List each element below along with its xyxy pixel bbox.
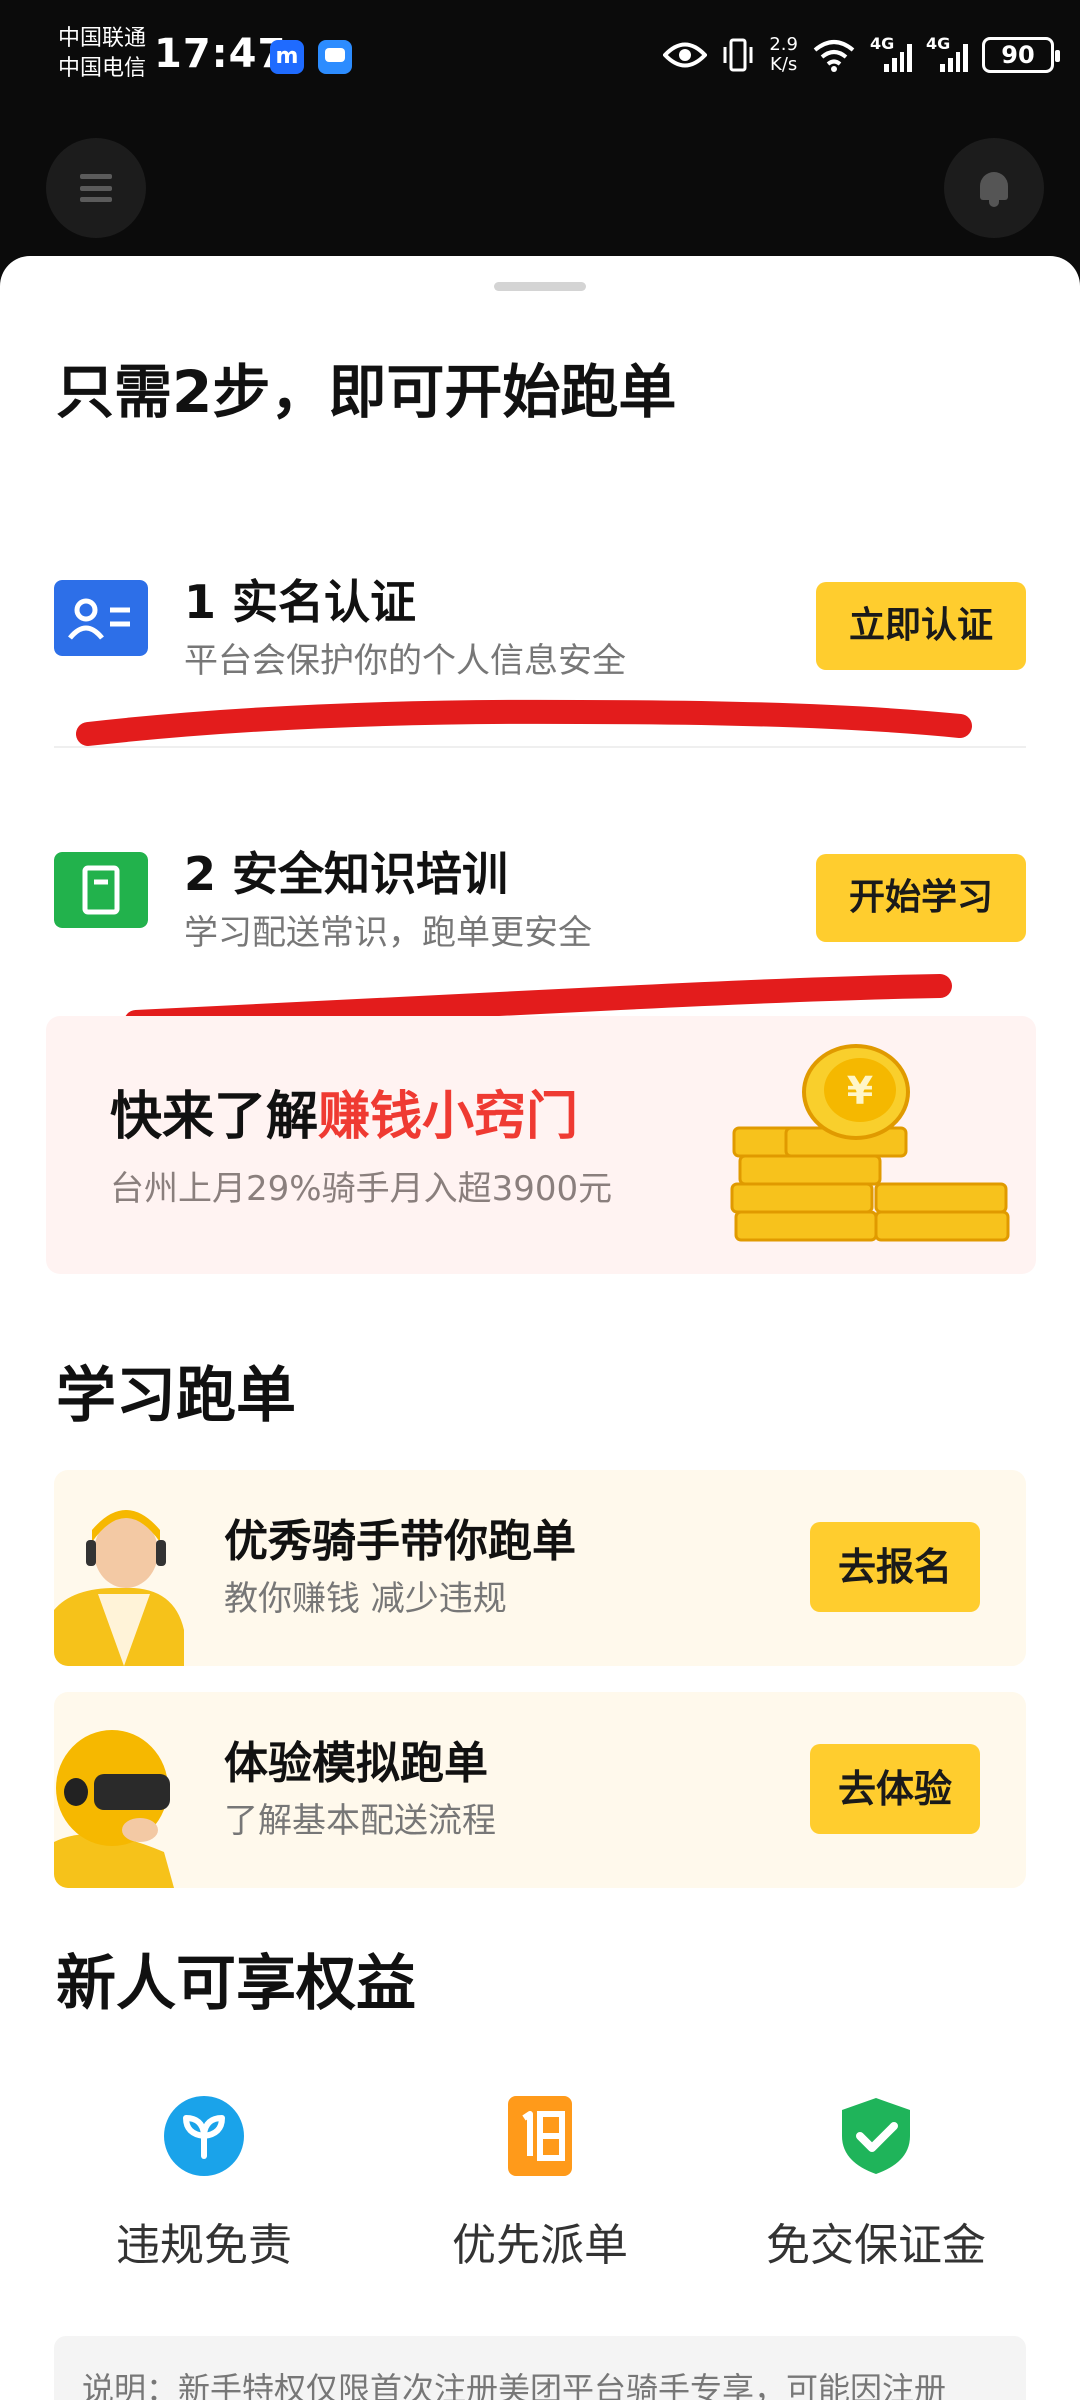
- page-title: 只需2步，即可开始跑单: [56, 358, 677, 426]
- onboarding-sheet: 只需2步，即可开始跑单 1 实名认证 平台会保护你的个人信息安全 立即认证 2 …: [0, 256, 1080, 2400]
- carrier-2: 中国电信: [58, 56, 147, 81]
- benefit-label: 免交保证金: [766, 2220, 986, 2271]
- svg-text:¥: ¥: [847, 1069, 873, 1113]
- step-subtitle: 平台会保护你的个人信息安全: [184, 641, 626, 681]
- clock: 17:47: [154, 31, 287, 77]
- red-annotation-stroke: [76, 699, 972, 746]
- list-number-icon: [508, 2096, 572, 2176]
- network-type-1: 4G: [870, 34, 895, 53]
- benefits-row: 违规免责 优先派单 免交保证金: [0, 2096, 1080, 2296]
- promo-subtitle: 台州上月29%骑手月入超3900元: [110, 1169, 613, 1209]
- signal-1-icon: 4G: [870, 34, 912, 72]
- network-type-2: 4G: [926, 34, 951, 53]
- clipboard-icon: [54, 852, 148, 928]
- promo-title-prefix: 快来了解: [110, 1087, 319, 1147]
- step-real-name: 1 实名认证 平台会保护你的个人信息安全 立即认证: [0, 546, 1080, 706]
- signal-2-icon: 4G: [926, 34, 968, 72]
- verify-now-button[interactable]: 立即认证: [816, 582, 1026, 670]
- learn-card-simulation[interactable]: 体验模拟跑单 了解基本配送流程 去体验: [54, 1692, 1026, 1888]
- speed-unit: K/s: [770, 54, 798, 75]
- benefits-section-title: 新人可享权益: [56, 1949, 416, 2019]
- start-learning-button[interactable]: 开始学习: [816, 854, 1026, 942]
- benefit-label: 优先派单: [452, 2220, 628, 2271]
- rider-avatar-icon: [54, 1510, 184, 1666]
- app-bar: [0, 108, 1080, 258]
- sign-up-button[interactable]: 去报名: [810, 1522, 980, 1612]
- learn-card-subtitle: 教你赚钱 减少违规: [224, 1579, 507, 1619]
- battery-indicator: 90: [982, 37, 1060, 73]
- benefit-no-deposit[interactable]: 免交保证金: [726, 2096, 1026, 2296]
- carrier-labels: 中国联通 中国电信: [58, 24, 146, 84]
- speed-value: 2.9: [769, 34, 798, 55]
- message-app-icon: [318, 40, 352, 74]
- learn-section-title: 学习跑单: [56, 1361, 296, 1431]
- network-speed: 2.9 K/s: [769, 35, 798, 75]
- hamburger-icon: [80, 174, 112, 202]
- learn-card-title: 优秀骑手带你跑单: [224, 1516, 576, 1567]
- try-it-button[interactable]: 去体验: [810, 1744, 980, 1834]
- wifi-icon: [813, 40, 855, 72]
- eye-icon: [663, 42, 708, 68]
- sprout-icon: [164, 2096, 244, 2176]
- status-icons: 2.9 K/s 4G 4G 90: [663, 30, 1060, 80]
- benefits-note: 说明：新手特权仅限首次注册美团平台骑手专享，可能因注册: [54, 2336, 1026, 2400]
- id-card-icon: [54, 580, 148, 656]
- menu-button[interactable]: [46, 138, 146, 238]
- promo-title-highlight: 赚钱小窍门: [318, 1087, 579, 1147]
- meituan-app-icon: m: [270, 40, 304, 74]
- step-safety-training: 2 安全知识培训 学习配送常识，跑单更安全 开始学习: [0, 818, 1080, 978]
- status-bar: 中国联通 中国电信 17:47 m 2.9 K/s 4G 4G 90: [0, 0, 1080, 108]
- benefit-violation-exempt[interactable]: 违规免责: [54, 2096, 354, 2296]
- coin-stack-icon: ¥: [730, 1044, 1010, 1242]
- vr-rider-avatar-icon: [54, 1730, 174, 1888]
- benefit-label: 违规免责: [116, 2220, 292, 2271]
- bell-icon: [976, 168, 1012, 208]
- step-divider: [54, 746, 1026, 748]
- carrier-1: 中国联通: [58, 26, 147, 51]
- promo-title: 快来了解赚钱小窍门: [110, 1082, 578, 1152]
- shield-check-icon: [842, 2098, 910, 2174]
- step-title: 2 安全知识培训: [184, 847, 509, 901]
- earning-tips-banner[interactable]: 快来了解赚钱小窍门 台州上月29%骑手月入超3900元 ¥: [46, 1016, 1036, 1274]
- notification-button[interactable]: [944, 138, 1044, 238]
- learn-card-title: 体验模拟跑单: [224, 1738, 488, 1789]
- learn-card-subtitle: 了解基本配送流程: [224, 1801, 496, 1841]
- learn-card-mentor[interactable]: 优秀骑手带你跑单 教你赚钱 减少违规 去报名: [54, 1470, 1026, 1666]
- vibrate-icon: [723, 38, 753, 72]
- benefit-priority-dispatch[interactable]: 优先派单: [390, 2096, 690, 2296]
- sheet-drag-handle[interactable]: [494, 282, 586, 291]
- step-subtitle: 学习配送常识，跑单更安全: [184, 913, 592, 953]
- step-title: 1 实名认证: [184, 575, 417, 629]
